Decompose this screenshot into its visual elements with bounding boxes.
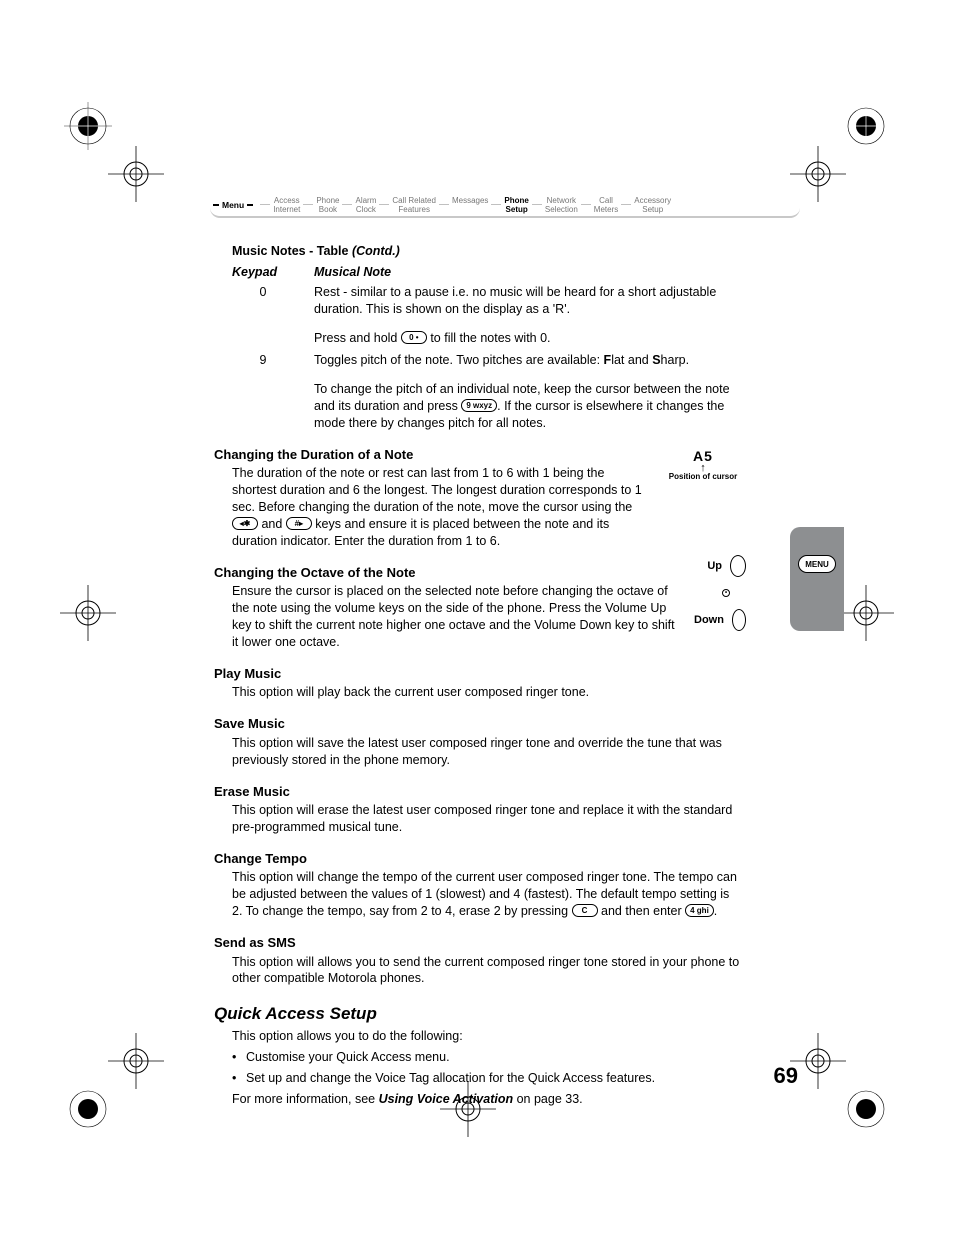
registration-mark-icon — [838, 585, 894, 641]
list-item: Customise your Quick Access menu. — [246, 1049, 742, 1066]
heading-tempo: Change Tempo — [214, 850, 742, 868]
cell-note: Toggles pitch of the note. Two pitches a… — [314, 352, 742, 432]
cell-key: 0 — [232, 284, 314, 347]
heading-octave: Changing the Octave of the Note — [214, 564, 742, 582]
cell-note: Rest - similar to a pause i.e. no music … — [314, 284, 742, 347]
para-erase: This option will erase the latest user c… — [232, 802, 742, 836]
registration-mark-icon — [108, 1033, 164, 1089]
volume-up-icon — [730, 555, 746, 577]
table-title: Music Notes - Table (Contd.) — [232, 243, 742, 260]
heading-sms: Send as SMS — [214, 934, 742, 952]
registration-mark-icon — [108, 146, 164, 202]
text: to fill the notes with 0. — [427, 331, 551, 345]
registration-mark-icon — [60, 1081, 116, 1137]
breadcrumb-item: NetworkSelection — [542, 196, 581, 214]
cursor-caption: Position of cursor — [660, 472, 746, 481]
keycap-c: C — [572, 904, 598, 917]
menu-pill: MENU — [798, 555, 836, 573]
heading-erase: Erase Music — [214, 783, 742, 801]
breadcrumb-separator — [621, 204, 631, 205]
up-label: Up — [707, 560, 722, 572]
breadcrumb-separator — [260, 204, 270, 205]
text: and — [258, 517, 286, 531]
breadcrumb-item: PhoneSetup — [501, 196, 531, 214]
registration-mark-icon — [838, 1081, 894, 1137]
annotation-cursor: A5 ↑ Position of cursor — [660, 448, 746, 481]
col-keypad: Keypad — [232, 264, 314, 281]
para-sms: This option will allows you to send the … — [232, 954, 742, 988]
keycap-4: 4 ghi — [685, 904, 714, 917]
cell-note-p1: Toggles pitch of the note. Two pitches a… — [314, 352, 742, 369]
breadcrumb-item: Call RelatedFeatures — [389, 196, 439, 214]
keycap-9: 9 wxyz — [461, 399, 497, 412]
qas-bullets: Customise your Quick Access menu. Set up… — [232, 1049, 742, 1087]
registration-mark-icon — [60, 585, 116, 641]
keycap-hash: #▸ — [286, 517, 312, 530]
table-contd: (Contd.) — [352, 244, 400, 258]
para-play: This option will play back the current u… — [232, 684, 742, 701]
registration-mark-icon — [790, 146, 846, 202]
keycap-0: 0 • — [401, 331, 427, 344]
heading-save: Save Music — [214, 715, 742, 733]
registration-mark-icon — [838, 98, 894, 154]
text: on page 33. — [513, 1092, 583, 1106]
breadcrumb-item: AccessorySetup — [631, 196, 674, 214]
side-tab: MENU — [790, 527, 844, 631]
para-tempo: This option will change the tempo of the… — [232, 869, 742, 920]
para-octave: Ensure the cursor is placed on the selec… — [232, 583, 682, 651]
para-qas-more: For more information, see Using Voice Ac… — [232, 1091, 742, 1108]
para-qas-intro: This option allows you to do the followi… — [232, 1028, 742, 1045]
col-musical-note: Musical Note — [314, 264, 391, 281]
breadcrumb-item: CallMeters — [591, 196, 621, 214]
breadcrumb-separator — [439, 204, 449, 205]
page-number: 69 — [774, 1063, 798, 1089]
registration-mark-icon — [790, 1033, 846, 1089]
breadcrumb: Menu AccessInternet PhoneBook AlarmClock Ca… — [210, 198, 800, 226]
table-head: Keypad Musical Note — [232, 264, 742, 281]
cell-key: 9 — [232, 352, 314, 432]
annotation-volume: Up • Down — [694, 555, 746, 643]
list-item: Set up and change the Voice Tag allocati… — [246, 1070, 742, 1087]
breadcrumb-separator — [532, 204, 542, 205]
cell-note-p1: Rest - similar to a pause i.e. no music … — [314, 284, 742, 318]
breadcrumb-item: Messages — [449, 196, 491, 205]
text: . — [714, 904, 717, 918]
volume-center-icon: • — [722, 589, 730, 597]
breadcrumb-item: PhoneBook — [313, 196, 342, 214]
breadcrumb-separator — [581, 204, 591, 205]
volume-down-icon — [732, 609, 746, 631]
breadcrumb-separator — [342, 204, 352, 205]
heading-play: Play Music — [214, 665, 742, 683]
keycap-star: ◂✱ — [232, 517, 258, 530]
text: and then enter — [598, 904, 686, 918]
breadcrumb-item: AlarmClock — [352, 196, 379, 214]
heading-quick-access-setup: Quick Access Setup — [214, 1003, 742, 1026]
page-content: Music Notes - Table (Contd.) Keypad Musi… — [232, 243, 742, 1108]
xref-voice-activation: Using Voice Activation — [379, 1092, 514, 1106]
down-label: Down — [694, 614, 724, 626]
para-save: This option will save the latest user co… — [232, 735, 742, 769]
breadcrumb-separator — [491, 204, 501, 205]
text: For more information, see — [232, 1092, 379, 1106]
table-row: 0 Rest - similar to a pause i.e. no musi… — [232, 284, 742, 347]
text: Press and hold — [314, 331, 401, 345]
text: The duration of the note or rest can las… — [232, 466, 642, 514]
menu-label: Menu — [210, 200, 260, 210]
table-row: 9 Toggles pitch of the note. Two pitches… — [232, 352, 742, 432]
para-duration: The duration of the note or rest can las… — [232, 465, 642, 549]
arrow-up-icon: ↑ — [660, 464, 746, 472]
table-title-text: Music Notes - Table — [232, 244, 348, 258]
cell-note-p2: To change the pitch of an individual not… — [314, 381, 742, 432]
breadcrumb-separator — [303, 204, 313, 205]
breadcrumb-item: AccessInternet — [270, 196, 303, 214]
breadcrumb-separator — [379, 204, 389, 205]
cell-note-p2: Press and hold 0 • to fill the notes wit… — [314, 330, 742, 347]
